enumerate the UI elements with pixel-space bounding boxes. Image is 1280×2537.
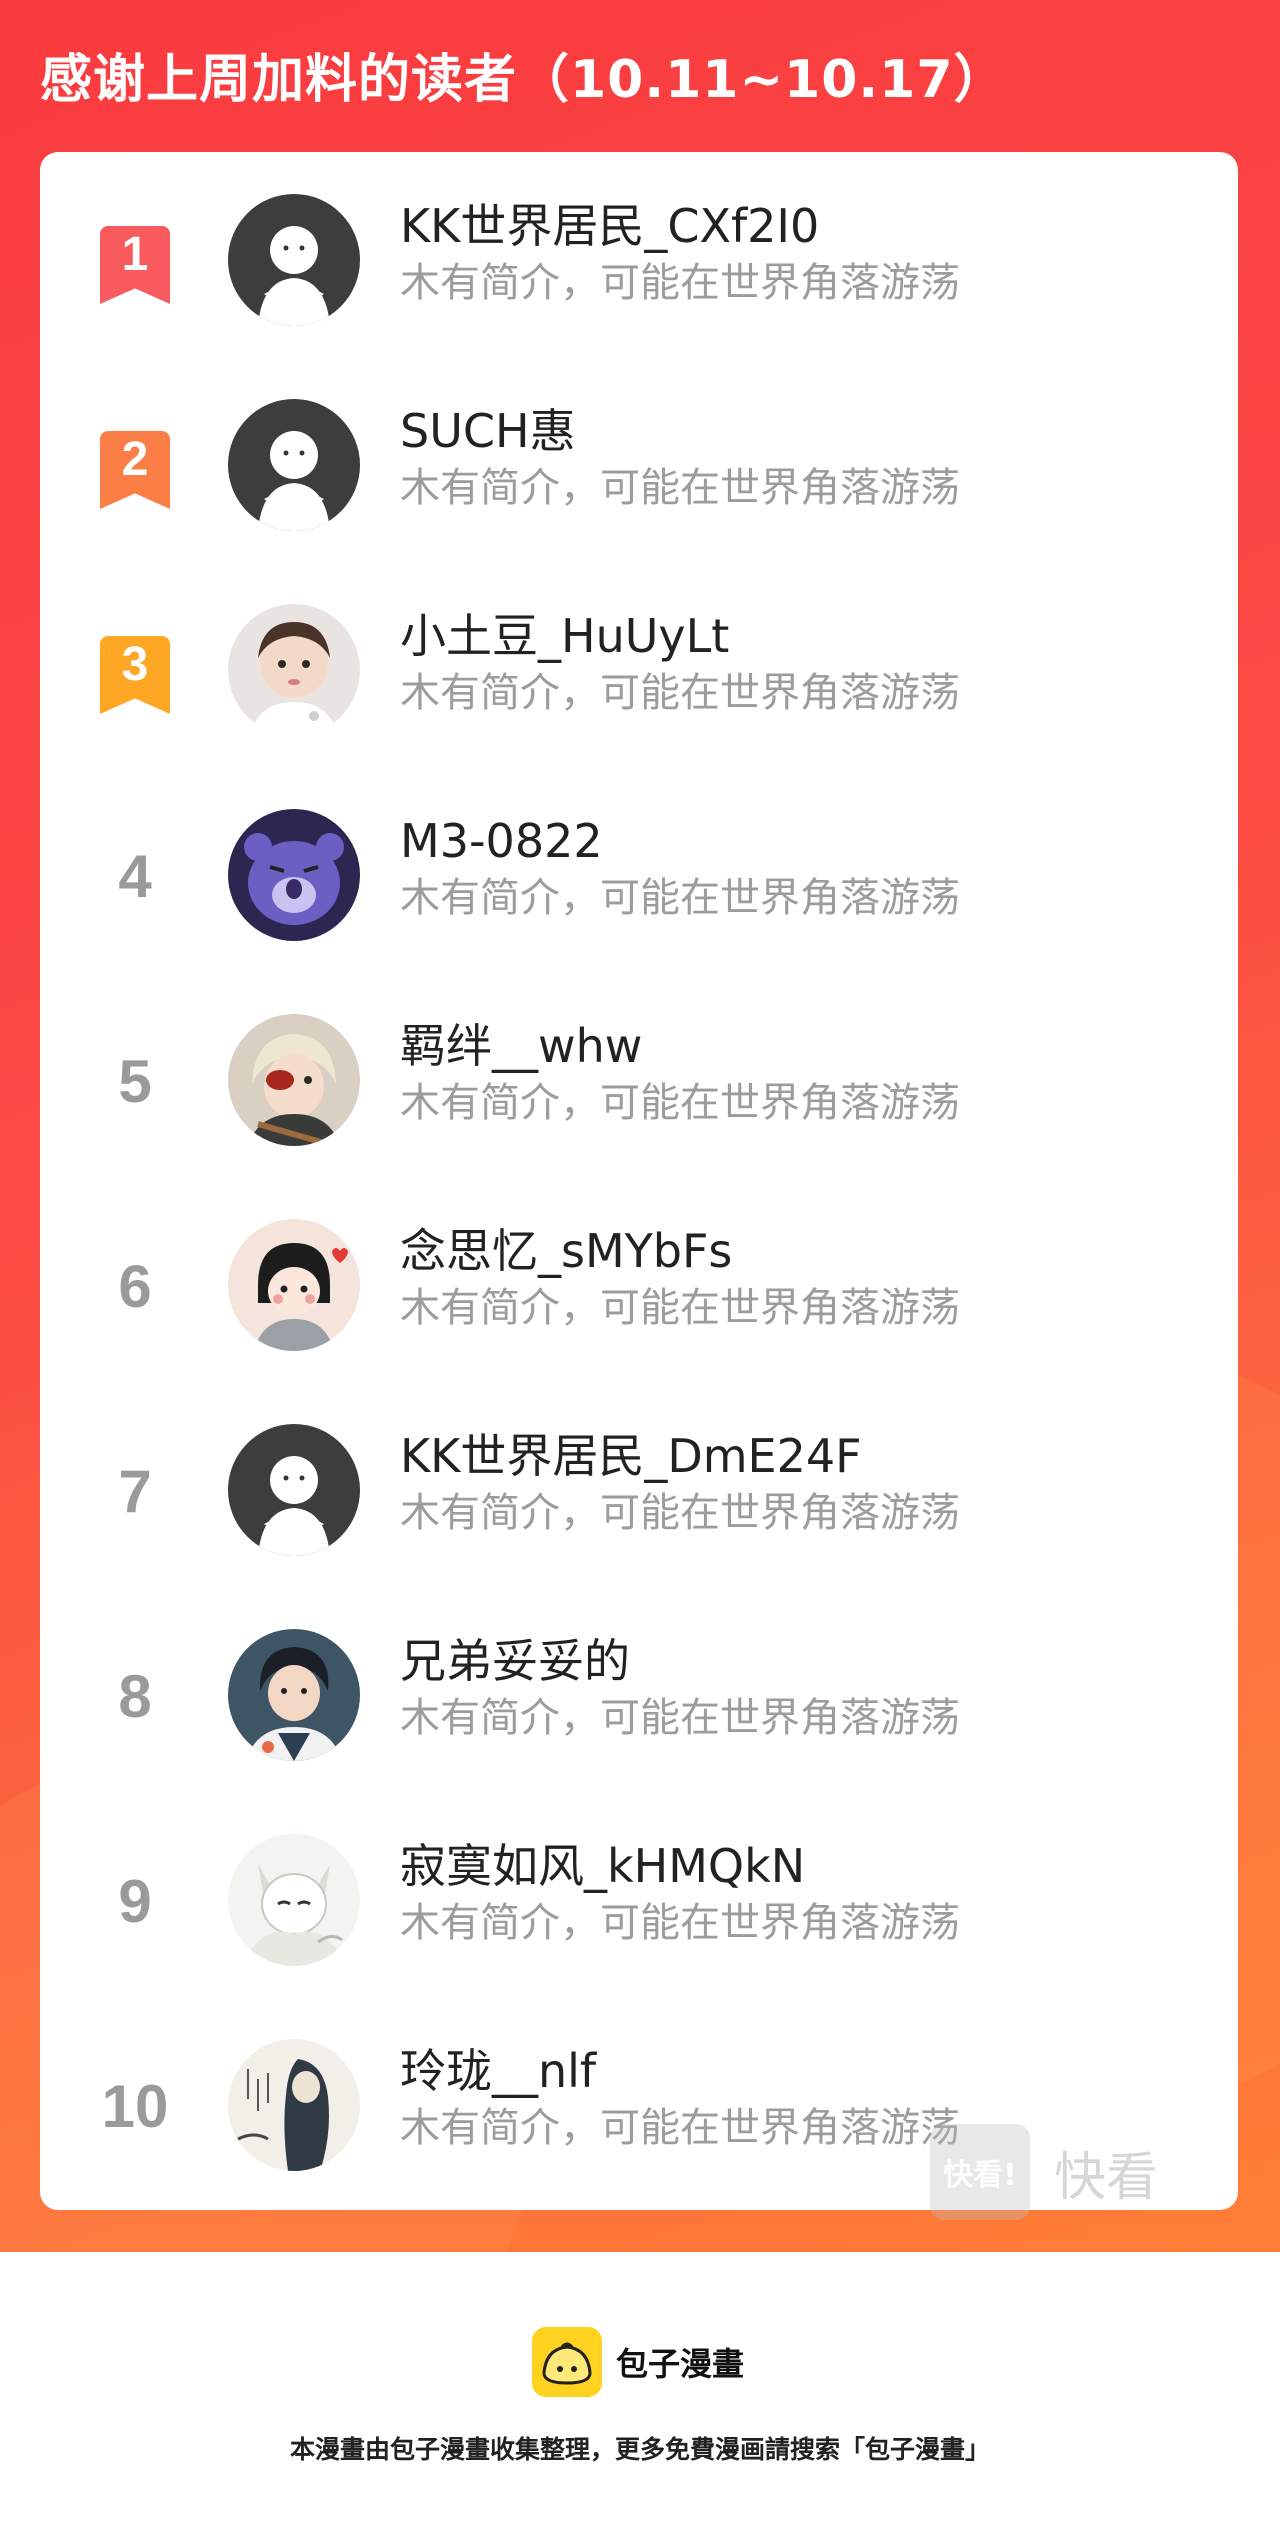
reader-bio: 木有简介，可能在世界角落游荡 (400, 2105, 960, 2151)
list-item[interactable]: 2 SUCH惠 木有简介，可能在世界角落游荡 (40, 399, 1238, 549)
reader-name[interactable]: 念思忆_sMYbFs (400, 1223, 732, 1279)
rank-number: 8 (118, 1663, 152, 1730)
default-avatar-icon[interactable] (228, 194, 360, 326)
list-item[interactable]: 1 KK世界居民_CXf2I0 木有简介，可能在世界角落游荡 (40, 194, 1238, 344)
reader-name[interactable]: 寂寞如风_kHMQkN (400, 1838, 805, 1894)
reader-name[interactable]: KK世界居民_CXf2I0 (400, 198, 819, 254)
reader-name[interactable]: 小土豆_HuUyLt (400, 608, 729, 664)
purple-bear-avatar[interactable] (228, 809, 360, 941)
kuaikan-logo-icon: 快看! (930, 2124, 1030, 2220)
rank-badge-silver: 2 (100, 431, 170, 509)
list-item[interactable]: 4 M3-0822 木有简介，可能在世界角落游荡 (40, 809, 1238, 959)
default-avatar-icon[interactable] (228, 1424, 360, 1556)
list-item[interactable]: 7 KK世界居民_DmE24F 木有简介，可能在世界角落游荡 (40, 1424, 1238, 1574)
reader-bio: 木有简介，可能在世界角落游荡 (400, 1080, 960, 1126)
footer-note: 本漫畫由包子漫畫收集整理，更多免費漫画請搜索「包子漫畫」 (289, 2435, 990, 2464)
reader-name[interactable]: SUCH惠 (400, 403, 576, 459)
rank-number: 5 (118, 1048, 152, 1115)
reader-name[interactable]: KK世界居民_DmE24F (400, 1428, 862, 1484)
reader-bio: 木有简介，可能在世界角落游荡 (400, 670, 960, 716)
reader-bio: 木有简介，可能在世界角落游荡 (400, 1900, 960, 1946)
list-item[interactable]: 6 念思忆_sMYbFs 木有简介，可能在世界角落游荡 (40, 1219, 1238, 1369)
reader-name[interactable]: 玲珑__nlf (400, 2043, 596, 2099)
page-title: 感谢上周加料的读者（10.11~10.17） (40, 50, 1007, 110)
rank-number: 4 (118, 843, 152, 910)
reader-bio: 木有简介，可能在世界角落游荡 (400, 1695, 960, 1741)
reader-bio: 木有简介，可能在世界角落游荡 (400, 1490, 960, 1536)
reader-name[interactable]: 羁绊__whw (400, 1018, 642, 1074)
footer-logo-text: 包子漫畫 (616, 2345, 745, 2383)
default-avatar-icon[interactable] (228, 399, 360, 531)
rank-number: 6 (118, 1253, 152, 1320)
white-fox-avatar[interactable] (228, 1834, 360, 1966)
bun-logo-icon (532, 2327, 602, 2397)
footer-brand[interactable]: 包子漫畫 (532, 2326, 744, 2398)
reader-bio: 木有简介，可能在世界角落游荡 (400, 875, 960, 921)
list-item[interactable]: 9 寂寞如风_kHMQkN 木有简介，可能在世界角落游荡 (40, 1834, 1238, 1984)
anime-boy-avatar[interactable] (228, 1014, 360, 1146)
reader-bio: 木有简介，可能在世界角落游荡 (400, 1285, 960, 1331)
rank-badge-bronze: 3 (100, 636, 170, 714)
rank-number: 7 (118, 1458, 152, 1525)
child-photo-avatar[interactable] (228, 604, 360, 736)
anime-man-avatar[interactable] (228, 1629, 360, 1761)
list-item[interactable]: 3 小土豆_HuUyLt 木有简介，可能在世界角落游荡 (40, 604, 1238, 754)
reader-name[interactable]: 兄弟妥妥的 (400, 1633, 630, 1689)
header-banner: 感谢上周加料的读者（10.11~10.17） 1 KK世界居民_CXf2I0 木… (0, 0, 1280, 2252)
reader-bio: 木有简介，可能在世界角落游荡 (400, 260, 960, 306)
list-item[interactable]: 5 羁绊__whw 木有简介，可能在世界角落游荡 (40, 1014, 1238, 1164)
watermark-text: 快看 (1054, 2147, 1159, 2208)
list-item[interactable]: 8 兄弟妥妥的 木有简介，可能在世界角落游荡 (40, 1629, 1238, 1779)
rank-number: 10 (101, 2073, 169, 2140)
reader-name[interactable]: M3-0822 (400, 813, 603, 869)
rank-badge-gold: 1 (100, 226, 170, 304)
reader-list-card: 1 KK世界居民_CXf2I0 木有简介，可能在世界角落游荡 2 SUCH惠 木… (40, 152, 1238, 2220)
kuaikan-watermark: 快看! 快看 (930, 2122, 1158, 2222)
cartoon-girl-avatar[interactable] (228, 1219, 360, 1351)
rank-number: 9 (118, 1868, 152, 1935)
ink-painting-avatar[interactable] (228, 2039, 360, 2171)
reader-bio: 木有简介，可能在世界角落游荡 (400, 465, 960, 511)
